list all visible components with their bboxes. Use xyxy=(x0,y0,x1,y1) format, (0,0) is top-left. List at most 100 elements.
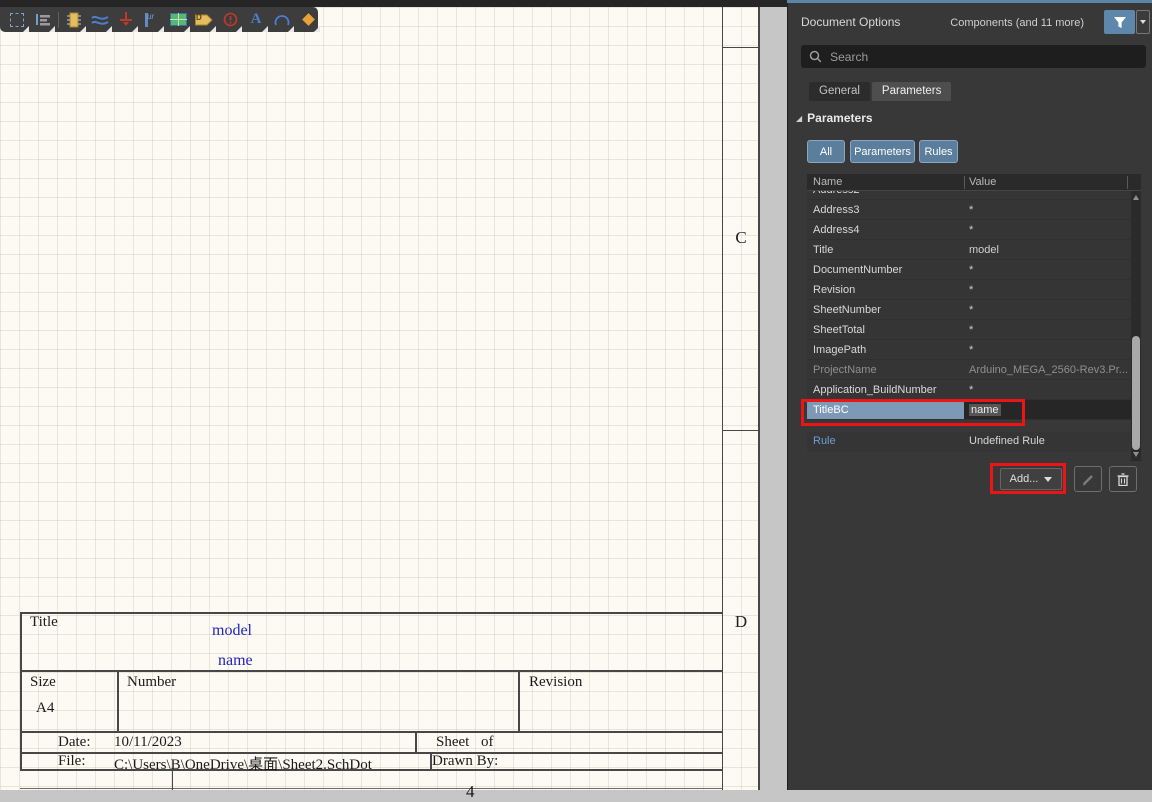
file-label: File: xyxy=(58,753,86,769)
search-box[interactable] xyxy=(801,45,1146,68)
chevron-down-icon xyxy=(1140,20,1146,24)
number-label: Number xyxy=(127,674,177,690)
power-port-icon[interactable] xyxy=(115,9,138,32)
subtitle-value[interactable]: name xyxy=(218,652,253,670)
param-value: * xyxy=(969,203,974,216)
param-name: ImagePath xyxy=(813,343,867,356)
param-value: Arduino_MEGA_2560-Rev3.Pr... xyxy=(969,363,1128,376)
of-label: of xyxy=(481,734,494,750)
schematic-sheet[interactable] xyxy=(0,7,760,790)
filter-all-button[interactable]: All xyxy=(807,140,845,163)
filter-parameters-button[interactable]: Parameters xyxy=(850,140,915,163)
param-value: * xyxy=(969,303,974,316)
param-value: * xyxy=(969,343,974,356)
zone-divider xyxy=(722,47,760,48)
no-erc-icon[interactable] xyxy=(219,9,242,32)
table-row[interactable]: SheetTotal * xyxy=(807,320,1131,340)
annotation-rectangle-titlebc xyxy=(801,399,1025,426)
trash-icon xyxy=(1117,472,1129,486)
parameters-table-header: Name Value xyxy=(807,174,1141,191)
table-row[interactable]: Address2 xyxy=(807,191,1131,200)
date-value: 10/11/2023 xyxy=(114,734,182,750)
scrollbar-thumb[interactable] xyxy=(1132,336,1140,450)
title-label: Title xyxy=(30,614,58,630)
pencil-icon xyxy=(1082,474,1093,485)
size-value: A4 xyxy=(36,700,55,716)
param-value: * xyxy=(969,223,974,236)
param-name: SheetNumber xyxy=(813,303,881,316)
param-value: model xyxy=(969,243,999,256)
rule-row[interactable]: Rule Undefined Rule xyxy=(807,432,1131,452)
filter-dropdown-button[interactable] xyxy=(1136,10,1150,34)
parameters-table: Address2 Address3 * Address4 * Title model Docu… xyxy=(807,191,1131,423)
zone-divider xyxy=(722,430,760,431)
table-row[interactable]: ProjectName Arduino_MEGA_2560-Rev3.Pr... xyxy=(807,360,1131,380)
table-row[interactable]: Address3 * xyxy=(807,200,1131,220)
selection-icon[interactable] xyxy=(6,9,29,32)
search-icon xyxy=(809,50,822,63)
junction-icon[interactable] xyxy=(297,9,320,32)
scrollbar-up-icon[interactable] xyxy=(1133,195,1139,200)
param-name: Title xyxy=(813,243,834,256)
table-row[interactable]: Title model xyxy=(807,240,1131,260)
table-row[interactable]: ImagePath * xyxy=(807,340,1131,360)
param-name: SheetTotal xyxy=(813,323,865,336)
param-name: DocumentNumber xyxy=(813,263,903,276)
zone-number-4: 4 xyxy=(466,782,475,801)
annotation-rectangle-add xyxy=(990,463,1066,494)
param-value: * xyxy=(969,263,974,276)
text-icon[interactable]: A xyxy=(245,9,268,32)
schematic-toolbar: ur D A xyxy=(0,7,320,32)
edit-button[interactable] xyxy=(1074,466,1102,492)
rule-value: Undefined Rule xyxy=(969,435,1045,447)
panel-accent-line xyxy=(787,0,1152,3)
port-icon[interactable]: D xyxy=(193,9,216,32)
column-value[interactable]: Value xyxy=(969,176,996,188)
zone-letter-c: C xyxy=(735,228,747,247)
column-name[interactable]: Name xyxy=(813,176,842,188)
table-row[interactable]: Address4 * xyxy=(807,220,1131,240)
table-row[interactable]: SheetNumber * xyxy=(807,300,1131,320)
scrollbar-down-icon[interactable] xyxy=(1133,452,1139,457)
net-label-icon[interactable]: ur xyxy=(141,9,164,32)
filter-rules-button[interactable]: Rules xyxy=(919,140,958,163)
date-label: Date: xyxy=(58,734,91,750)
panel-title: Document Options xyxy=(801,15,901,29)
parameters-section-header[interactable]: ◢ Parameters xyxy=(796,111,873,125)
parameters-rows: Address2 Address3 * Address4 * Title model Docu… xyxy=(807,191,1131,420)
param-name: Address4 xyxy=(813,223,860,236)
param-name: ProjectName xyxy=(813,363,877,376)
size-label: Size xyxy=(30,674,56,690)
delete-button[interactable] xyxy=(1109,466,1137,492)
table-row[interactable]: Revision * xyxy=(807,280,1131,300)
param-name: Address2 xyxy=(807,191,964,199)
table-row[interactable]: DocumentNumber * xyxy=(807,260,1131,280)
arc-icon[interactable] xyxy=(271,9,294,32)
sheet-symbol-icon[interactable] xyxy=(167,9,190,32)
panel-scope-label[interactable]: Components (and 11 more) xyxy=(950,17,1084,29)
table-row[interactable]: Application_BuildNumber * xyxy=(807,380,1131,400)
filter-button[interactable] xyxy=(1104,10,1135,34)
zone-letter-d: D xyxy=(734,612,748,631)
tab-parameters[interactable]: Parameters xyxy=(871,82,952,101)
collapse-triangle-icon: ◢ xyxy=(796,113,803,123)
sheet-bottom-border xyxy=(20,788,722,789)
tab-general[interactable]: General xyxy=(809,82,870,101)
search-input[interactable] xyxy=(828,48,1138,65)
sheet-outer-border xyxy=(758,7,760,790)
sheet-label: Sheet xyxy=(436,734,470,750)
funnel-icon xyxy=(1113,16,1126,28)
revision-label: Revision xyxy=(529,674,583,690)
document-options-panel: Document Options Components (and 11 more… xyxy=(787,0,1152,790)
wire-icon[interactable] xyxy=(89,9,112,32)
drawn-by-label: Drawn By: xyxy=(432,753,499,769)
title-value[interactable]: model xyxy=(212,622,252,640)
panel-tabs: General Parameters xyxy=(809,82,952,101)
align-icon[interactable] xyxy=(32,9,55,32)
param-value: * xyxy=(969,283,974,296)
toolbar-separator xyxy=(58,11,59,28)
param-value xyxy=(964,191,1131,199)
part-icon[interactable] xyxy=(63,9,86,32)
param-value: * xyxy=(969,323,974,336)
param-name: Address3 xyxy=(813,203,860,216)
